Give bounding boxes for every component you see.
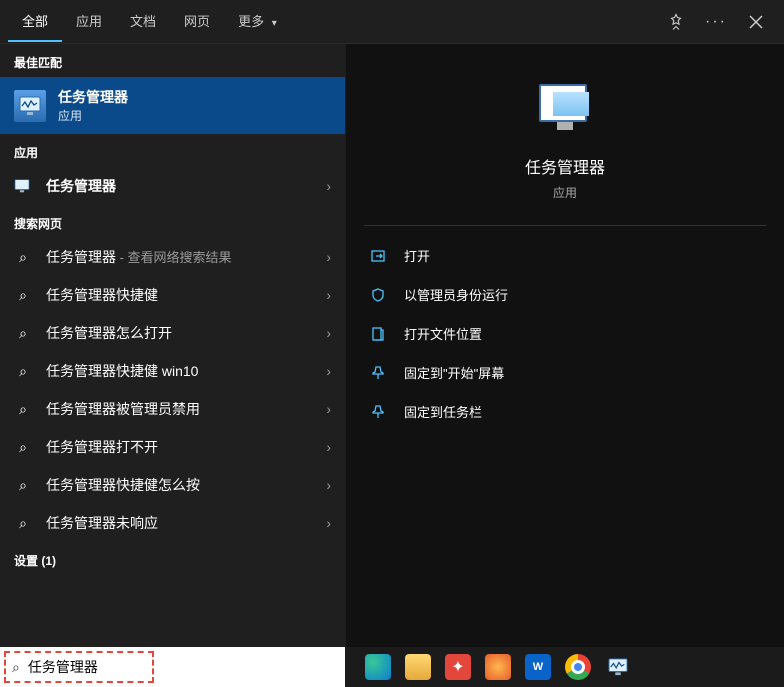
- tab-more[interactable]: 更多 ▾: [224, 1, 291, 42]
- web-result-item[interactable]: ⌕ 任务管理器快捷健 win10 ›: [0, 352, 345, 390]
- web-result-item[interactable]: ⌕ 任务管理器快捷健 ›: [0, 276, 345, 314]
- taskbar: ⌕ ✦ W: [0, 647, 784, 687]
- task-manager-icon: [14, 90, 46, 122]
- app-result-label: 任务管理器: [46, 176, 312, 196]
- action-open[interactable]: 打开: [364, 236, 766, 275]
- web-result-item[interactable]: ⌕ 任务管理器 - 查看网络搜索结果 ›: [0, 238, 345, 276]
- search-icon: ⌕: [14, 515, 32, 532]
- web-result-label: 任务管理器快捷健怎么按: [46, 475, 312, 495]
- more-options-icon[interactable]: ···: [696, 2, 736, 42]
- chevron-right-icon: ›: [326, 401, 331, 417]
- close-icon[interactable]: [736, 2, 776, 42]
- action-run-admin[interactable]: 以管理员身份运行: [364, 275, 766, 314]
- search-results-panel: 全部 应用 文档 网页 更多 ▾ ··· 最佳匹配 任务管理器 应用: [0, 0, 784, 648]
- chevron-right-icon: ›: [326, 477, 331, 493]
- taskbar-search-area: ⌕: [0, 647, 345, 687]
- web-result-label: 任务管理器 - 查看网络搜索结果: [46, 247, 312, 267]
- chevron-right-icon: ›: [326, 325, 331, 341]
- preview-subtitle: 应用: [553, 184, 577, 201]
- web-result-label: 任务管理器快捷健: [46, 285, 312, 305]
- action-open-location-label: 打开文件位置: [404, 324, 482, 343]
- feedback-icon[interactable]: [656, 2, 696, 42]
- search-icon: ⌕: [14, 287, 32, 304]
- app-result-item[interactable]: 任务管理器 ›: [0, 167, 345, 205]
- app-red-icon[interactable]: ✦: [445, 654, 471, 680]
- search-icon: ⌕: [14, 249, 32, 266]
- file-explorer-icon[interactable]: [405, 654, 431, 680]
- edge-icon[interactable]: [365, 654, 391, 680]
- search-icon: ⌕: [14, 325, 32, 342]
- best-match-item[interactable]: 任务管理器 应用: [0, 77, 345, 134]
- search-icon: ⌕: [14, 477, 32, 494]
- section-search-web: 搜索网页: [0, 205, 345, 238]
- chevron-right-icon: ›: [326, 363, 331, 379]
- tab-all[interactable]: 全部: [8, 1, 62, 42]
- web-result-label: 任务管理器被管理员禁用: [46, 399, 312, 419]
- tab-apps[interactable]: 应用: [62, 1, 116, 42]
- web-result-item[interactable]: ⌕ 任务管理器未响应 ›: [0, 504, 345, 542]
- chevron-down-icon: ▾: [272, 18, 277, 29]
- web-result-item[interactable]: ⌕ 任务管理器怎么打开 ›: [0, 314, 345, 352]
- preview-app-icon: [533, 84, 597, 136]
- tab-web[interactable]: 网页: [170, 1, 224, 42]
- web-result-label: 任务管理器怎么打开: [46, 323, 312, 343]
- action-pin-start-label: 固定到"开始"屏幕: [404, 363, 504, 382]
- section-settings: 设置 (1): [0, 542, 345, 575]
- section-apps: 应用: [0, 134, 345, 167]
- pin-icon: [370, 404, 388, 420]
- action-open-location[interactable]: 打开文件位置: [364, 314, 766, 353]
- chevron-right-icon: ›: [326, 249, 331, 265]
- web-result-item[interactable]: ⌕ 任务管理器打不开 ›: [0, 428, 345, 466]
- open-icon: [370, 248, 388, 264]
- web-result-item[interactable]: ⌕ 任务管理器快捷健怎么按 ›: [0, 466, 345, 504]
- search-icon: ⌕: [14, 401, 32, 418]
- web-result-label: 任务管理器未响应: [46, 513, 312, 533]
- best-match-title: 任务管理器: [58, 87, 128, 107]
- action-pin-taskbar-label: 固定到任务栏: [404, 402, 482, 421]
- chevron-right-icon: ›: [326, 178, 331, 194]
- wps-icon[interactable]: W: [525, 654, 551, 680]
- tab-more-label: 更多: [238, 14, 264, 29]
- search-box-highlight: ⌕: [4, 651, 154, 683]
- best-match-subtitle: 应用: [58, 107, 128, 124]
- search-icon: ⌕: [14, 439, 32, 456]
- task-manager-taskbar-icon[interactable]: [605, 654, 631, 680]
- chrome-icon[interactable]: [565, 654, 591, 680]
- action-open-label: 打开: [404, 246, 430, 265]
- tab-documents[interactable]: 文档: [116, 1, 170, 42]
- section-best-match: 最佳匹配: [0, 44, 345, 77]
- action-pin-taskbar[interactable]: 固定到任务栏: [364, 392, 766, 431]
- action-pin-start[interactable]: 固定到"开始"屏幕: [364, 353, 766, 392]
- scope-tabs: 全部 应用 文档 网页 更多 ▾ ···: [0, 0, 784, 44]
- shield-icon: [370, 287, 388, 303]
- pin-icon: [370, 365, 388, 381]
- task-manager-small-icon: [14, 179, 32, 193]
- results-list: 最佳匹配 任务管理器 应用 应用 任务管理器 › 搜索网页: [0, 44, 345, 648]
- search-icon: ⌕: [14, 363, 32, 380]
- taskbar-pinned-apps: ✦ W: [345, 654, 784, 680]
- chevron-right-icon: ›: [326, 287, 331, 303]
- folder-icon: [370, 326, 388, 342]
- web-result-label: 任务管理器快捷健 win10: [46, 361, 312, 381]
- web-result-item[interactable]: ⌕ 任务管理器被管理员禁用 ›: [0, 390, 345, 428]
- preview-pane: 任务管理器 应用 打开 以管理员身份运行 打开文件位置: [345, 44, 784, 648]
- web-result-label: 任务管理器打不开: [46, 437, 312, 457]
- chevron-right-icon: ›: [326, 439, 331, 455]
- preview-title: 任务管理器: [525, 154, 605, 178]
- chevron-right-icon: ›: [326, 515, 331, 531]
- action-run-admin-label: 以管理员身份运行: [404, 285, 508, 304]
- firefox-icon[interactable]: [485, 654, 511, 680]
- search-icon: ⌕: [12, 659, 20, 676]
- search-input[interactable]: [28, 659, 138, 675]
